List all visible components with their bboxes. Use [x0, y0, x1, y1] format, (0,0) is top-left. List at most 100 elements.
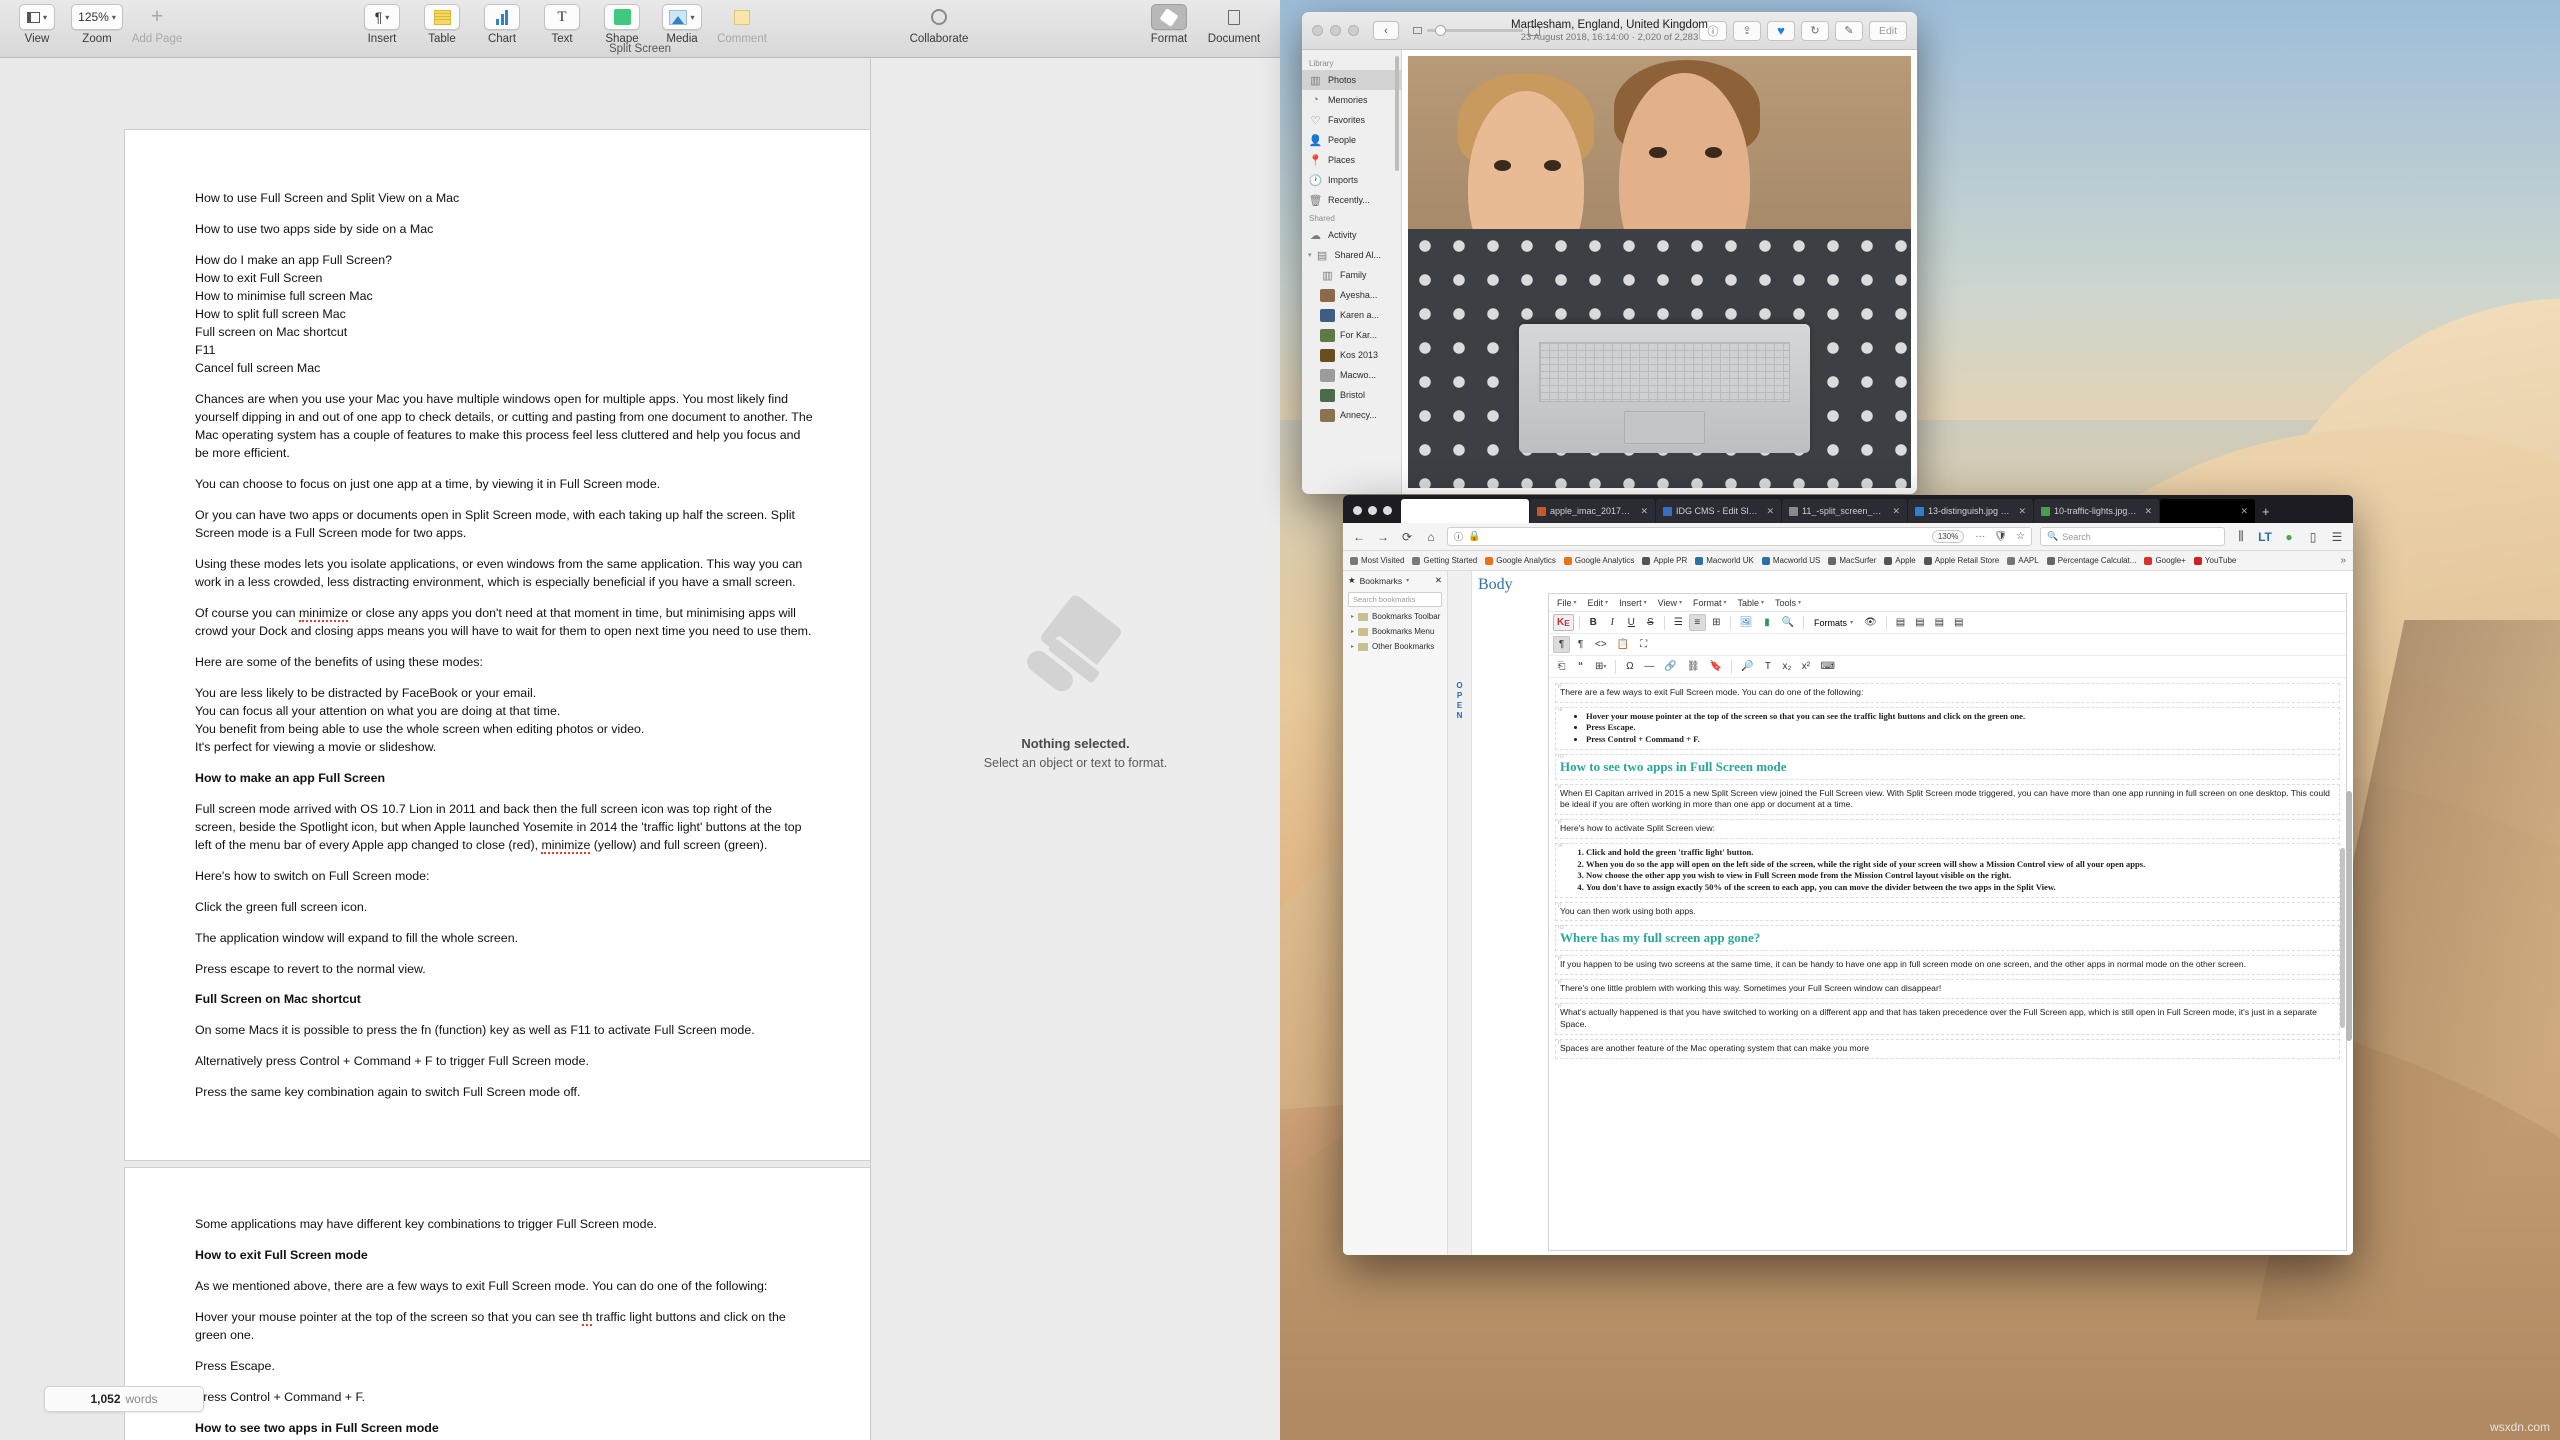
- omega-icon[interactable]: Ω: [1621, 658, 1638, 675]
- browser-tab[interactable]: ✕: [2160, 499, 2255, 523]
- search-box[interactable]: 🔍 Search: [2040, 527, 2225, 546]
- zoom-track[interactable]: [1427, 25, 1523, 36]
- sidebar-item-imports[interactable]: 🕐 Imports: [1302, 170, 1401, 190]
- share-button[interactable]: ⇪: [1733, 20, 1761, 41]
- menu-icon[interactable]: ☰: [2329, 530, 2345, 544]
- disclosure-triangle[interactable]: ▸: [1351, 628, 1354, 635]
- zoom-knob[interactable]: [1435, 25, 1446, 36]
- sidebar-item-bristol[interactable]: Bristol: [1302, 385, 1401, 405]
- info-button[interactable]: ⓘ: [1699, 20, 1727, 41]
- preview-icon[interactable]: 🔍: [1778, 614, 1798, 631]
- editor-block-ul[interactable]: ul Hover your mouse pointer at the top of…: [1555, 706, 2340, 750]
- favorite-button[interactable]: ♥: [1767, 20, 1795, 41]
- paste-icon[interactable]: 📋: [1613, 636, 1633, 653]
- shape-button[interactable]: Shape: [595, 4, 649, 45]
- editor-content[interactable]: p There are a few ways to exit Full Scree…: [1549, 678, 2346, 1250]
- bookmarks-folder-row[interactable]: ▸ Bookmarks Toolbar: [1343, 609, 1447, 624]
- editor-menu-table[interactable]: Table ▾: [1738, 598, 1765, 608]
- minimize-button[interactable]: [1330, 25, 1341, 36]
- photos-sidebar-scrollbar[interactable]: [1395, 56, 1399, 171]
- anchor-icon[interactable]: 🔖: [1706, 658, 1726, 675]
- bookmarks-overflow-icon[interactable]: »: [2340, 555, 2346, 566]
- close-tab-icon[interactable]: ✕: [2140, 506, 2152, 517]
- sidebar-item-ayesha[interactable]: Ayesha...: [1302, 285, 1401, 305]
- firefox-traffic-lights[interactable]: [1343, 506, 1401, 523]
- editor-block-p[interactable]: p If you happen to be using two screens a…: [1555, 955, 2340, 976]
- view-button[interactable]: ▾ View: [10, 4, 64, 45]
- paragraph-icon[interactable]: ¶: [1553, 636, 1570, 653]
- bookmark-item[interactable]: YouTube: [2193, 556, 2236, 565]
- editor-block-p[interactable]: p Spaces are another feature of the Mac o…: [1555, 1038, 2340, 1059]
- bookmark-item[interactable]: AAPL: [2007, 556, 2039, 565]
- bookmark-item[interactable]: Apple PR: [1642, 556, 1687, 565]
- editor-block-p[interactable]: p Here's how to activate Split Screen vie…: [1555, 819, 2340, 840]
- editor-scrollbar[interactable]: [2340, 848, 2345, 1028]
- sidebar-item-recently[interactable]: 🗑 Recently...: [1302, 190, 1401, 210]
- bookmarks-folder-row[interactable]: ▸ Other Bookmarks: [1343, 639, 1447, 654]
- link-icon[interactable]: 🔗: [1660, 658, 1680, 675]
- bookmark-item[interactable]: Most Visited: [1350, 556, 1404, 565]
- bookmark-item[interactable]: Apple: [1884, 556, 1916, 565]
- editor-block-ol[interactable]: ol Click and hold the green 'traffic ligh…: [1555, 843, 2340, 898]
- editor-block-p[interactable]: p There are a few ways to exit Full Scree…: [1555, 683, 2340, 703]
- bookmark-item[interactable]: Apple Retail Store: [1923, 556, 1999, 565]
- image-icon[interactable]: 🖼: [1736, 614, 1757, 631]
- bookmark-item[interactable]: Macworld US: [1761, 556, 1820, 565]
- align-left-icon[interactable]: ▤: [1892, 614, 1909, 631]
- bookmark-item[interactable]: Percentage Calculat...: [2046, 556, 2136, 565]
- sidebar-item-favorites[interactable]: ♡ Favorites: [1302, 110, 1401, 130]
- sidebar-item-for-kar[interactable]: For Kar...: [1302, 325, 1401, 345]
- bookmark-item[interactable]: MacSurfer: [1828, 556, 1876, 565]
- sidebar-item-shared-al[interactable]: ▾ ▤ Shared Al...: [1302, 245, 1401, 265]
- table-cell-icon[interactable]: ⊞: [1708, 614, 1725, 631]
- sidebar-item-memories[interactable]: ◔ Memories: [1302, 90, 1401, 110]
- close-button[interactable]: [1312, 25, 1323, 36]
- browser-tab[interactable]: 10-traffic-lights.jpg (JP ✕: [2034, 499, 2159, 523]
- url-bar[interactable]: ⓘ 🔒 130% ··· 🛡 ☆: [1447, 527, 2032, 546]
- editor-menu-edit[interactable]: Edit ▾: [1588, 598, 1609, 608]
- sidebar-item-people[interactable]: 👤 People: [1302, 130, 1401, 150]
- subscript-icon[interactable]: x₂: [1778, 658, 1795, 675]
- collaborate-button[interactable]: Collaborate: [900, 4, 978, 45]
- editor-block-p[interactable]: p You can then work using both apps.: [1555, 901, 2340, 922]
- comment-button[interactable]: Comment: [715, 4, 769, 45]
- strikethrough-button[interactable]: S: [1642, 614, 1659, 631]
- close-tab-icon[interactable]: ✕: [2014, 506, 2026, 517]
- browser-tab[interactable]: [1401, 499, 1529, 523]
- more-icon[interactable]: ···: [1975, 531, 1985, 542]
- close-tab-icon[interactable]: ✕: [2236, 506, 2248, 517]
- add-page-button[interactable]: + Add Page: [130, 4, 184, 45]
- new-tab-button[interactable]: +: [2255, 504, 2277, 523]
- sidebar-item-photos[interactable]: ▥ Photos: [1302, 70, 1401, 90]
- editor-block-p[interactable]: p What's actually happened is that you ha…: [1555, 1003, 2340, 1035]
- underline-button[interactable]: U: [1623, 614, 1640, 631]
- browser-tab[interactable]: IDG CMS - Edit Slide Sh ✕: [1656, 499, 1781, 523]
- fullscreen-button[interactable]: [1383, 506, 1392, 515]
- editor-block-h2[interactable]: h2 How to see two apps in Full Screen mod…: [1555, 753, 2340, 780]
- table-icon[interactable]: ⊞ ▾: [1591, 658, 1610, 675]
- paragraph-alt-icon[interactable]: ¶: [1572, 636, 1589, 653]
- forward-icon[interactable]: →: [1375, 530, 1391, 544]
- source-icon[interactable]: KE: [1553, 614, 1574, 631]
- bookmark-item[interactable]: Google Analytics: [1485, 556, 1556, 565]
- media-icon[interactable]: ▮: [1759, 614, 1776, 631]
- page-scrollbar[interactable]: [2346, 791, 2352, 1041]
- zoom-button[interactable]: 125% ▾ Zoom: [70, 4, 124, 45]
- disclosure-triangle[interactable]: ▸: [1351, 643, 1354, 650]
- disclosure-triangle[interactable]: ▾: [1308, 251, 1312, 259]
- quote-icon[interactable]: “: [1572, 658, 1589, 675]
- browser-tab[interactable]: 11_-split_screen_mac.jp✕: [1782, 499, 1907, 523]
- bookmark-item[interactable]: Google Analytics: [1563, 556, 1634, 565]
- fullscreen-button[interactable]: [1348, 25, 1359, 36]
- zoom-level-badge[interactable]: 130%: [1931, 530, 1965, 543]
- close-sidebar-icon[interactable]: ✕: [1435, 575, 1442, 586]
- editor-block-p[interactable]: p There's one little problem with working…: [1555, 979, 2340, 1000]
- editor-menu-tools[interactable]: Tools ▾: [1775, 598, 1801, 608]
- photos-back-button[interactable]: ‹: [1373, 21, 1399, 40]
- bullet-list-icon[interactable]: ☰: [1670, 614, 1687, 631]
- numbered-list-icon[interactable]: ≡: [1688, 614, 1706, 631]
- back-icon[interactable]: ←: [1351, 530, 1367, 544]
- bookmark-star-icon[interactable]: ☆: [2016, 531, 2025, 542]
- insert-button[interactable]: ¶ ▾ Insert: [355, 4, 409, 45]
- eye-icon[interactable]: 👁: [1860, 614, 1881, 631]
